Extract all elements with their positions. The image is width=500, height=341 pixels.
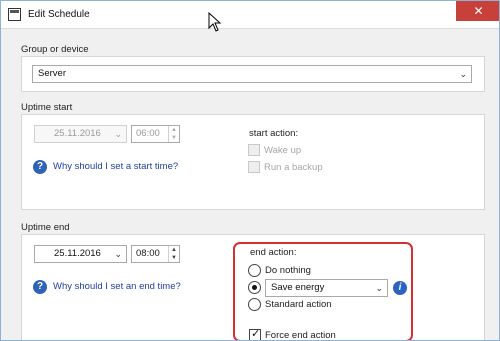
mouse-cursor-icon (208, 12, 222, 32)
run-backup-checkbox[interactable] (248, 161, 260, 173)
uptime-end-label: Uptime end (21, 222, 70, 233)
start-action-label: start action: (249, 128, 299, 139)
end-date-value: 25.11.2016 (54, 248, 101, 259)
spin-arrows-icon: ▲ ▼ (168, 246, 179, 262)
window-title: Edit Schedule (28, 9, 90, 20)
wake-up-label: Wake up (264, 145, 302, 156)
end-time-value: 08:00 (136, 248, 160, 259)
end-time-help-link[interactable]: Why should I set an end time? (53, 281, 181, 292)
end-time-spinner[interactable]: 08:00 ▲ ▼ (131, 245, 180, 263)
start-time-spinner[interactable]: 06:00 ▲ ▼ (131, 125, 180, 143)
uptime-start-label: Uptime start (21, 102, 73, 113)
title-bar: Edit Schedule ✕ (1, 1, 499, 29)
chevron-down-icon: ⌄ (114, 129, 122, 139)
help-icon: ? (33, 160, 47, 174)
start-time-help-link[interactable]: Why should I set a start time? (53, 161, 178, 172)
help-icon: ? (33, 280, 47, 294)
spin-arrows-icon: ▲ ▼ (168, 126, 179, 142)
wake-up-checkbox[interactable] (248, 144, 260, 156)
chevron-down-icon: ⌄ (114, 249, 122, 259)
edit-schedule-dialog: Edit Schedule ✕ Group or device Server ⌄… (0, 0, 500, 341)
end-date-picker[interactable]: 25.11.2016 ⌄ (34, 245, 127, 263)
group-panel: Server ⌄ (21, 56, 485, 92)
uptime-start-panel: 25.11.2016 ⌄ 06:00 ▲ ▼ ? Why should I set… (21, 114, 485, 210)
group-device-select[interactable]: Server ⌄ (32, 65, 472, 83)
start-time-value: 06:00 (136, 128, 160, 139)
start-date-value: 25.11.2016 (54, 128, 101, 139)
group-section-label: Group or device (21, 44, 89, 55)
window-icon (8, 8, 21, 21)
start-date-picker[interactable]: 25.11.2016 ⌄ (34, 125, 127, 143)
chevron-down-icon: ⌄ (459, 69, 467, 79)
end-action-highlight (233, 242, 413, 340)
group-device-value: Server (38, 68, 66, 79)
run-backup-label: Run a backup (264, 162, 323, 173)
close-button[interactable]: ✕ (456, 1, 499, 21)
